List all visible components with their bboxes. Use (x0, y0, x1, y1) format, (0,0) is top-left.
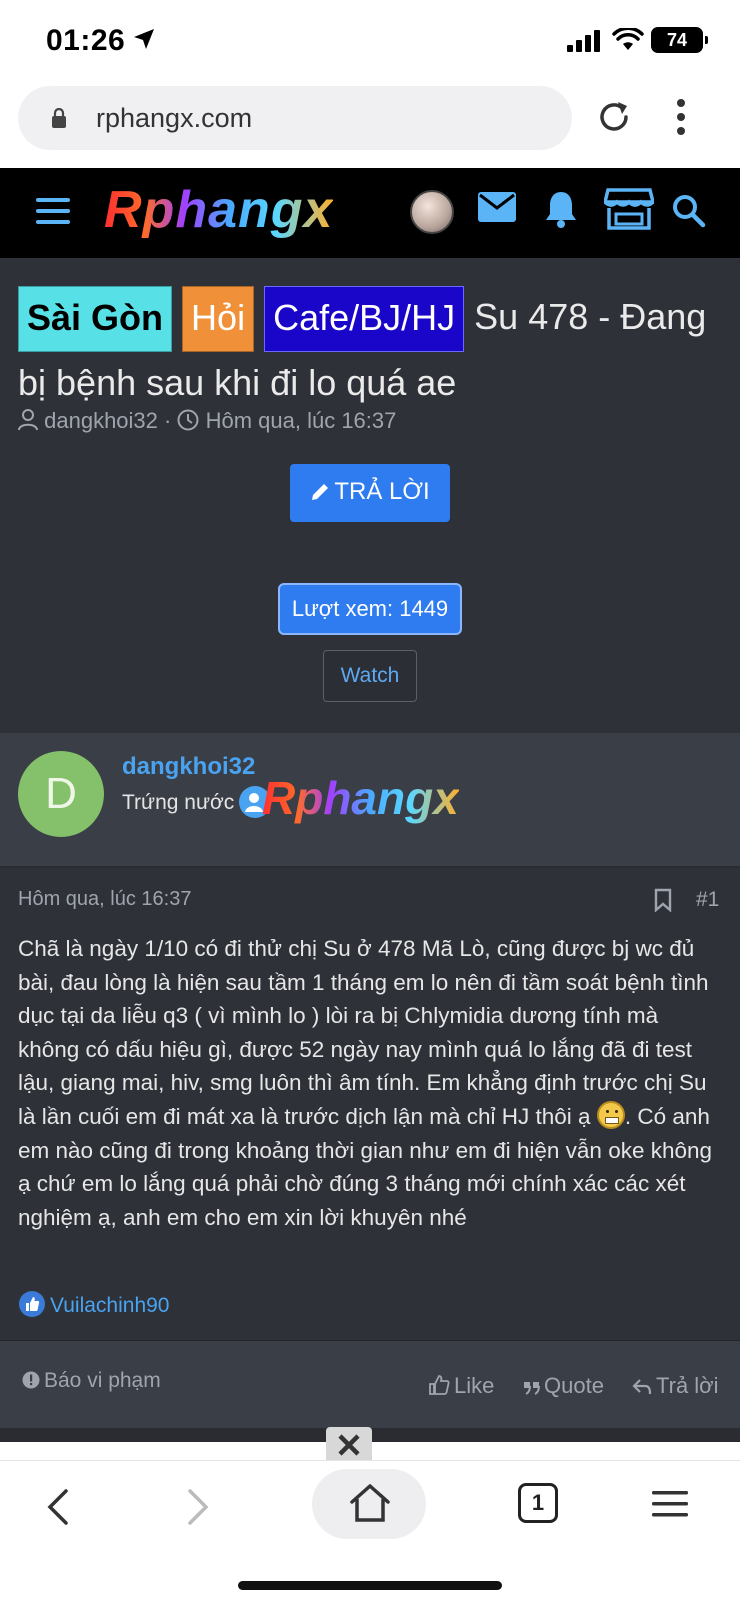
post-actions: Báo vi phạm Like Quote Trả lời (0, 1340, 740, 1428)
post-date[interactable]: Hôm qua, lúc 16:37 (18, 888, 191, 911)
quote-button[interactable]: Quote (524, 1373, 604, 1399)
thread-date[interactable]: Hôm qua, lúc 16:37 (206, 408, 397, 433)
report-link[interactable]: Báo vi phạm (22, 1369, 161, 1393)
reply-arrow-icon (632, 1379, 652, 1395)
alert-icon (22, 1371, 40, 1389)
quote-label: Quote (544, 1373, 604, 1398)
post-text-part1: Chã là ngày 1/10 có đi thử chị Su ở 478 … (18, 936, 709, 1129)
status-bar: 01:26 74 (0, 0, 740, 80)
search-icon[interactable] (672, 194, 706, 228)
prefix-tag-saigon[interactable]: Sài Gòn (18, 286, 173, 352)
address-field[interactable]: rphangx.com (18, 86, 572, 150)
like-label: Like (454, 1373, 495, 1398)
report-label: Báo vi phạm (44, 1369, 161, 1392)
location-arrow-icon (134, 29, 154, 49)
forward-arrow-icon[interactable] (184, 1489, 212, 1525)
pencil-icon (312, 484, 329, 500)
post-body: Hôm qua, lúc 16:37 #1 Chã là ngày 1/10 c… (0, 868, 740, 1340)
grimace-emoji-icon (596, 1100, 625, 1129)
bell-icon[interactable] (544, 190, 578, 228)
url-text: rphangx.com (96, 103, 253, 133)
battery-indicator: 74 (651, 27, 708, 53)
user-avatar[interactable] (410, 190, 454, 234)
browser-menu-icon[interactable] (652, 1491, 688, 1517)
home-icon (350, 1484, 390, 1522)
reload-icon[interactable] (594, 97, 634, 137)
like-reaction-icon (19, 1291, 45, 1317)
thread-title: Sài Gòn Hỏi Cafe/BJ/HJ Su 478 - Đang bị … (18, 286, 718, 414)
thread-meta: dangkhoi32 · Hôm qua, lúc 16:37 (18, 408, 396, 434)
watch-button[interactable]: Watch (323, 650, 417, 702)
views-counter: Lượt xem: 1449 (278, 583, 462, 635)
thread-header: Sài Gòn Hỏi Cafe/BJ/HJ Su 478 - Đang bị … (0, 258, 740, 733)
post-reply-label: Trả lời (656, 1373, 719, 1398)
tabs-count: 1 (531, 1490, 545, 1515)
status-time: 01:26 (46, 24, 126, 57)
browser-toolbar: 1 (0, 1460, 740, 1600)
reaction-bar: Vuilachinh90 (18, 1290, 169, 1318)
like-button[interactable]: Like (428, 1373, 494, 1399)
quote-icon (524, 1382, 540, 1395)
store-icon[interactable] (604, 188, 654, 230)
user-icon (18, 409, 38, 431)
lock-icon (52, 108, 66, 128)
site-logo[interactable]: Rphangx (104, 180, 333, 240)
post-username[interactable]: dangkhoi32 (122, 753, 255, 781)
mail-icon[interactable] (478, 192, 516, 222)
reply-button-label: TRẢ LỜI (334, 478, 430, 505)
prefix-tag-cafe[interactable]: Cafe/BJ/HJ (264, 286, 465, 352)
post-content: Chã là ngày 1/10 có đi thử chị Su ở 478 … (18, 932, 724, 1234)
clock-icon (177, 409, 199, 431)
browser-url-bar: rphangx.com (0, 80, 740, 168)
thumbs-up-icon (429, 1375, 450, 1395)
prefix-tag-hoi[interactable]: Hỏi (182, 286, 255, 352)
back-arrow-icon[interactable] (44, 1489, 72, 1525)
post-user-header: D dangkhoi32 Trứng nước Rphangx (0, 733, 740, 868)
hamburger-menu-icon[interactable] (36, 198, 70, 224)
ad-close-button[interactable] (326, 1427, 372, 1461)
bookmark-icon[interactable] (654, 888, 672, 912)
more-options-icon[interactable] (676, 98, 686, 136)
cellular-signal-icon (567, 30, 600, 52)
battery-level: 74 (666, 30, 688, 50)
reply-button[interactable]: TRẢ LỜI (290, 464, 450, 522)
post-number[interactable]: #1 (696, 888, 719, 912)
user-title: Trứng nước (122, 791, 235, 814)
post-avatar[interactable]: D (18, 751, 104, 837)
home-indicator (238, 1581, 502, 1590)
wifi-icon (612, 28, 644, 50)
tabs-count-icon[interactable]: 1 (518, 1483, 558, 1523)
site-header: Rphangx (0, 168, 740, 258)
thread-author[interactable]: dangkhoi32 (44, 408, 158, 433)
post-reply-button[interactable]: Trả lời (632, 1373, 719, 1399)
reaction-user[interactable]: Vuilachinh90 (50, 1294, 169, 1317)
close-icon (338, 1434, 360, 1456)
user-banner: Rphangx (262, 772, 459, 824)
